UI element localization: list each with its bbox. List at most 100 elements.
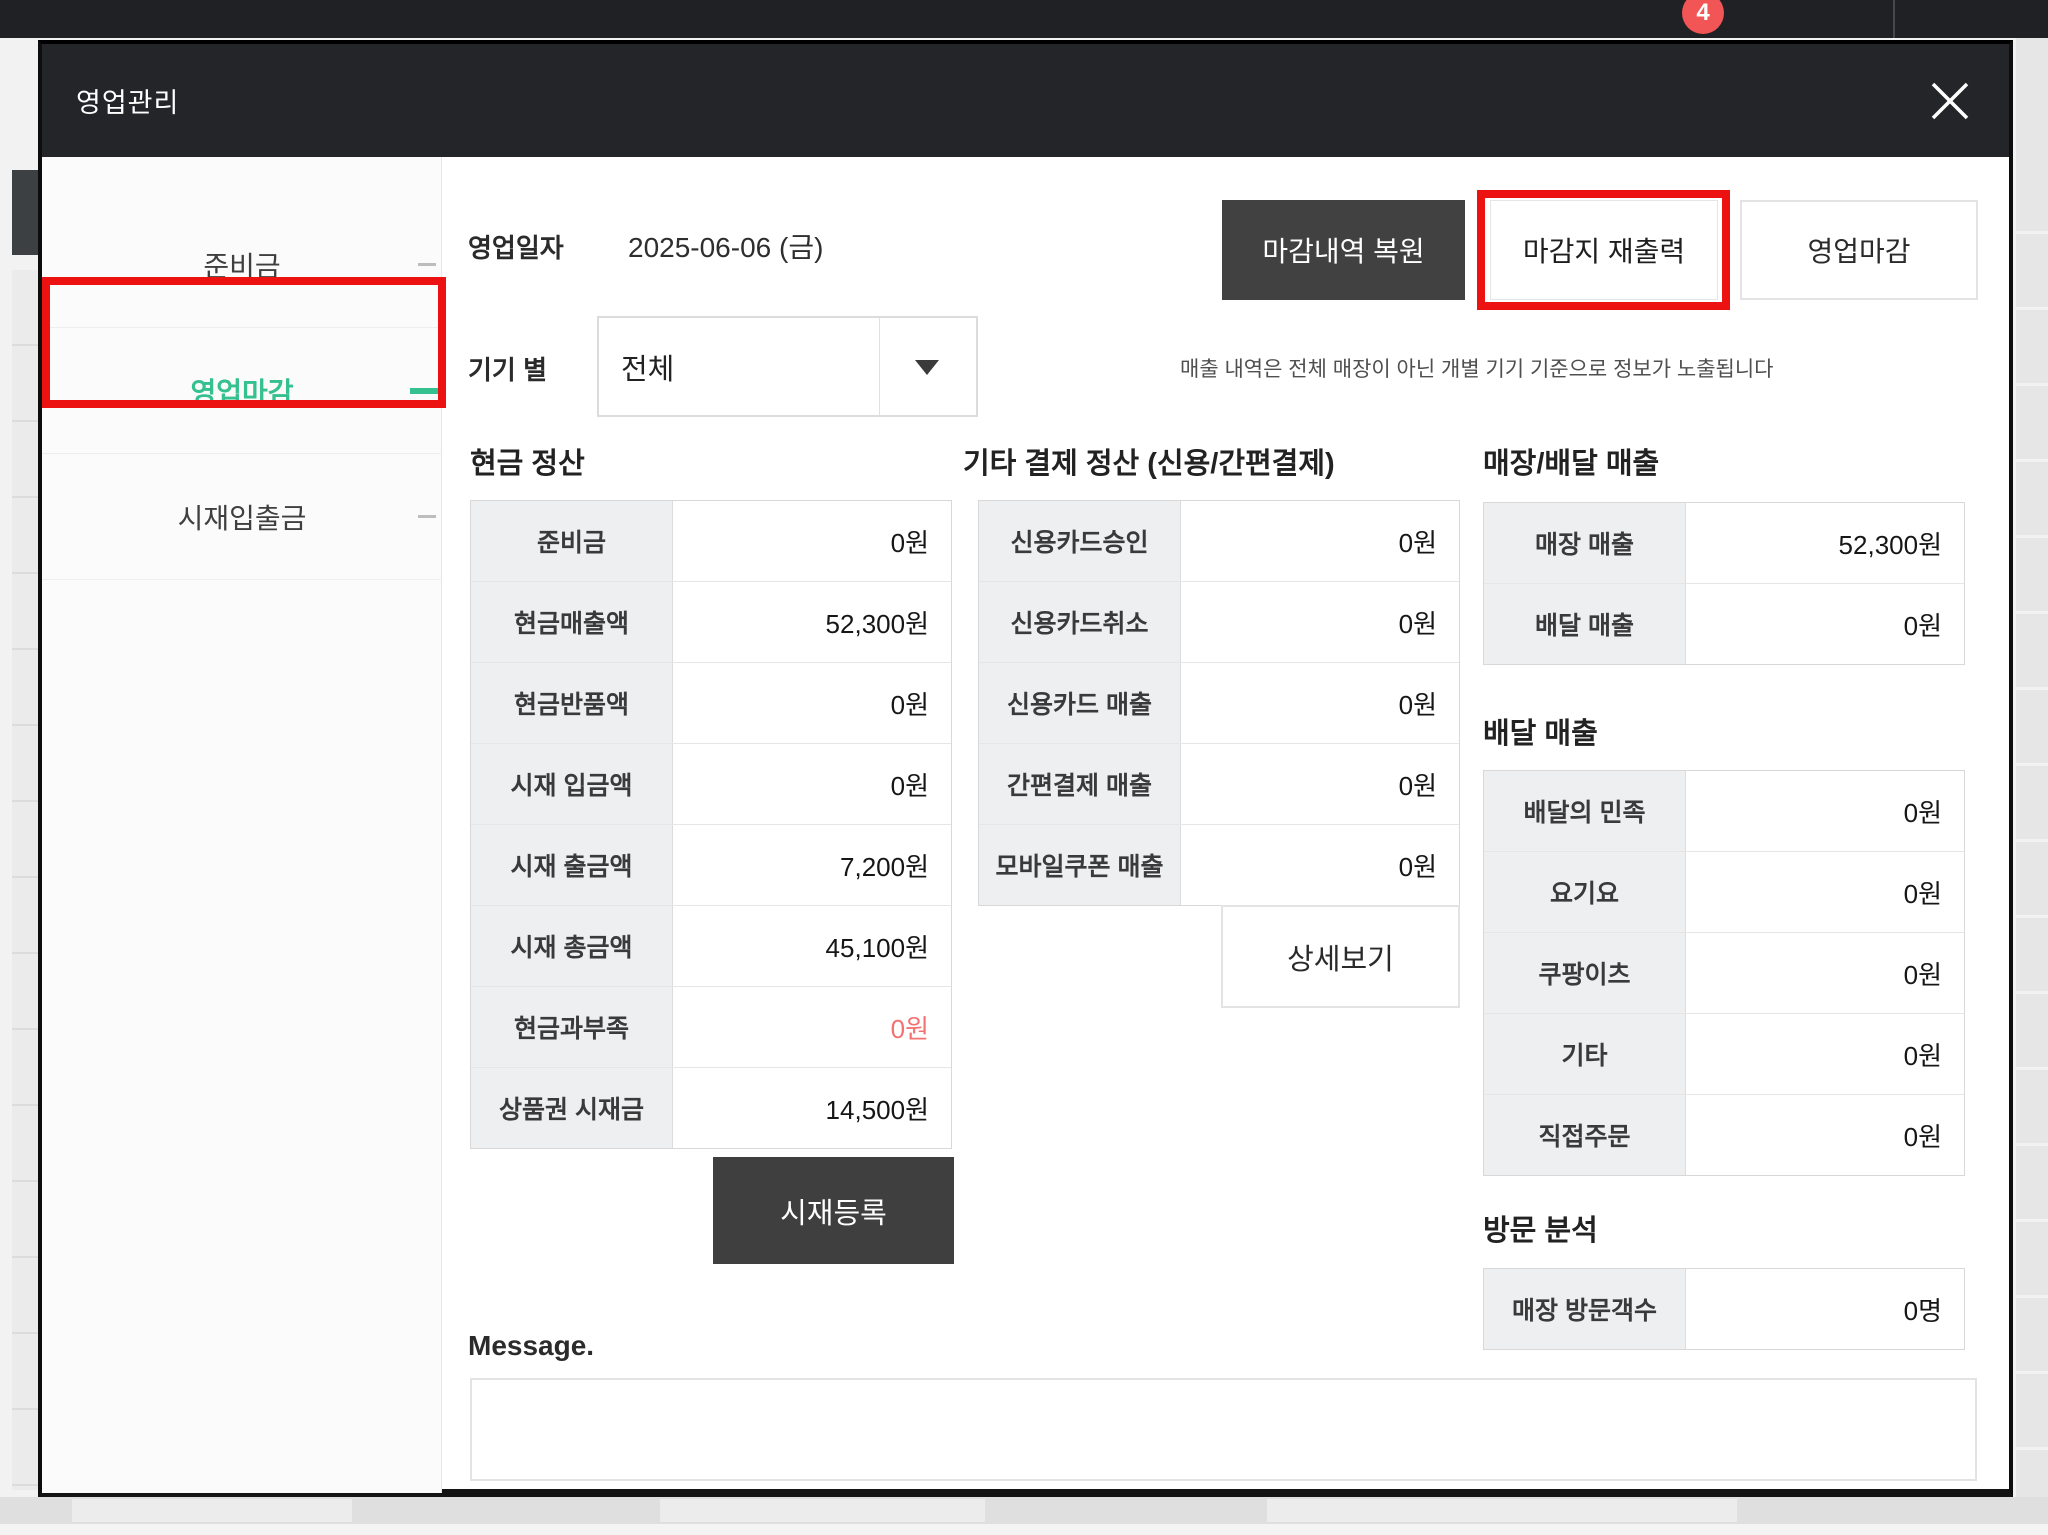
row-value: 14,500원: [673, 1068, 951, 1148]
table-row: 직접주문 0원: [1484, 1094, 1964, 1175]
device-filter-label: 기기 별: [468, 348, 547, 388]
row-label: 시재 출금액: [471, 825, 673, 905]
row-label: 시재 총금액: [471, 906, 673, 986]
table-row: 간편결제 매출 0원: [979, 743, 1459, 824]
row-label: 매장 매출: [1484, 503, 1686, 583]
row-label: 간편결제 매출: [979, 744, 1181, 824]
row-label: 요기요: [1484, 852, 1686, 932]
message-label: Message.: [468, 1330, 594, 1362]
row-value: 0원: [1181, 825, 1459, 905]
row-value: 0원: [1181, 582, 1459, 662]
other-payment-table: 신용카드승인 0원 신용카드취소 0원 신용카드 매출 0원 간편결제 매출 0…: [978, 500, 1460, 906]
row-label: 쿠팡이츠: [1484, 933, 1686, 1013]
table-row: 신용카드승인 0원: [979, 501, 1459, 581]
delivery-sales-title: 배달 매출: [1483, 710, 1598, 752]
table-row: 신용카드 매출 0원: [979, 662, 1459, 743]
table-row: 시재 출금액 7,200원: [471, 824, 951, 905]
dash-indicator-icon: [418, 263, 436, 266]
row-value: 52,300원: [1686, 503, 1964, 583]
cash-settlement-title: 현금 정산: [470, 440, 585, 482]
close-sales-button[interactable]: 영업마감: [1740, 200, 1978, 300]
table-row: 기타 0원: [1484, 1013, 1964, 1094]
sidebar-item-cash-in-out[interactable]: 시재입출금: [42, 454, 442, 580]
table-row: 매장 방문객수 0명: [1484, 1269, 1964, 1349]
background-topbar: [0, 0, 2048, 38]
row-label: 신용카드승인: [979, 501, 1181, 581]
sidebar-item-label: 영업마감: [190, 371, 293, 411]
table-row: 시재 총금액 45,100원: [471, 905, 951, 986]
row-value: 0원: [673, 663, 951, 743]
table-row: 배달 매출 0원: [1484, 583, 1964, 664]
device-select-value: 전체: [621, 318, 674, 415]
delivery-sales-table: 배달의 민족 0원 요기요 0원 쿠팡이츠 0원 기타 0원 직접주문 0원: [1483, 770, 1965, 1176]
restore-closing-button[interactable]: 마감내역 복원: [1222, 200, 1465, 300]
row-label: 직접주문: [1484, 1095, 1686, 1175]
table-row: 현금과부족 0원: [471, 986, 951, 1067]
cash-settlement-table: 준비금 0원 현금매출액 52,300원 현금반품액 0원 시재 입금액 0원 …: [470, 500, 952, 1149]
modal-title: 영업관리: [76, 44, 179, 157]
sidebar-item-label: 준비금: [203, 245, 280, 285]
row-value: 0원: [1686, 584, 1964, 664]
row-value: 0원: [1686, 933, 1964, 1013]
background-row-lines: [2016, 158, 2048, 1458]
table-row: 모바일쿠폰 매출 0원: [979, 824, 1459, 905]
background-bottom-segment: [660, 1499, 985, 1522]
row-value: 7,200원: [673, 825, 951, 905]
sales-management-modal: 영업관리 준비금 영업마감 시재입출금 영업일자 2025-06-06 (금) …: [38, 40, 2013, 1497]
row-label: 현금과부족: [471, 987, 673, 1067]
row-label: 신용카드취소: [979, 582, 1181, 662]
row-value: 0명: [1686, 1269, 1964, 1349]
background-table-rows-right: [2016, 38, 2048, 1497]
row-value: 0원: [1686, 771, 1964, 851]
row-label: 시재 입금액: [471, 744, 673, 824]
table-row: 현금반품액 0원: [471, 662, 951, 743]
row-value: 0원: [1181, 663, 1459, 743]
row-value: 45,100원: [673, 906, 951, 986]
background-bottom-segment: [1267, 1499, 1737, 1522]
other-payment-title: 기타 결제 정산 (신용/간편결제): [963, 440, 1335, 482]
row-value: 52,300원: [673, 582, 951, 662]
row-value: 0원: [673, 501, 951, 581]
table-row: 쿠팡이츠 0원: [1484, 932, 1964, 1013]
row-value: 0원: [1686, 1095, 1964, 1175]
topbar-divider: [1893, 0, 1895, 38]
active-dash-indicator-icon: [410, 388, 440, 394]
device-notice-text: 매출 내역은 전체 매장이 아닌 개별 기기 기준으로 정보가 노출됩니다: [1180, 347, 1773, 389]
device-select-dropdown[interactable]: 전체: [597, 316, 978, 417]
row-value: 0원: [1181, 744, 1459, 824]
message-input[interactable]: [470, 1378, 1977, 1481]
store-delivery-title: 매장/배달 매출: [1483, 440, 1659, 482]
table-row: 요기요 0원: [1484, 851, 1964, 932]
table-row: 현금매출액 52,300원: [471, 581, 951, 662]
view-details-button[interactable]: 상세보기: [1221, 905, 1460, 1008]
reprint-closing-slip-button[interactable]: 마감지 재출력: [1490, 200, 1718, 300]
row-label: 기타: [1484, 1014, 1686, 1094]
sidebar-item-sales-closing[interactable]: 영업마감: [42, 328, 442, 454]
background-bottom-segment: [72, 1499, 352, 1522]
visit-analysis-title: 방문 분석: [1483, 1207, 1598, 1249]
row-label: 준비금: [471, 501, 673, 581]
sidebar-item-reserve[interactable]: 준비금: [42, 202, 442, 328]
row-label: 배달의 민족: [1484, 771, 1686, 851]
dash-indicator-icon: [418, 515, 436, 518]
row-value: 0원: [1181, 501, 1459, 581]
table-row: 신용카드취소 0원: [979, 581, 1459, 662]
row-label: 매장 방문객수: [1484, 1269, 1686, 1349]
sidebar-item-label: 시재입출금: [178, 497, 307, 537]
row-value: 0원: [673, 744, 951, 824]
background-table-rows-left: [12, 270, 38, 1490]
table-row: 배달의 민족 0원: [1484, 771, 1964, 851]
modal-sidebar: 준비금 영업마감 시재입출금: [42, 157, 442, 1493]
row-label: 상품권 시재금: [471, 1068, 673, 1148]
close-icon: [1927, 78, 1973, 124]
background-partial-button: [12, 170, 38, 255]
register-cash-button[interactable]: 시재등록: [713, 1157, 954, 1264]
row-label: 현금매출액: [471, 582, 673, 662]
close-button[interactable]: [1920, 71, 1980, 131]
row-value: 0원: [1686, 1014, 1964, 1094]
row-label: 배달 매출: [1484, 584, 1686, 664]
business-date-label: 영업일자: [468, 226, 564, 266]
row-value: 0원: [1686, 852, 1964, 932]
row-label: 현금반품액: [471, 663, 673, 743]
table-row: 준비금 0원: [471, 501, 951, 581]
